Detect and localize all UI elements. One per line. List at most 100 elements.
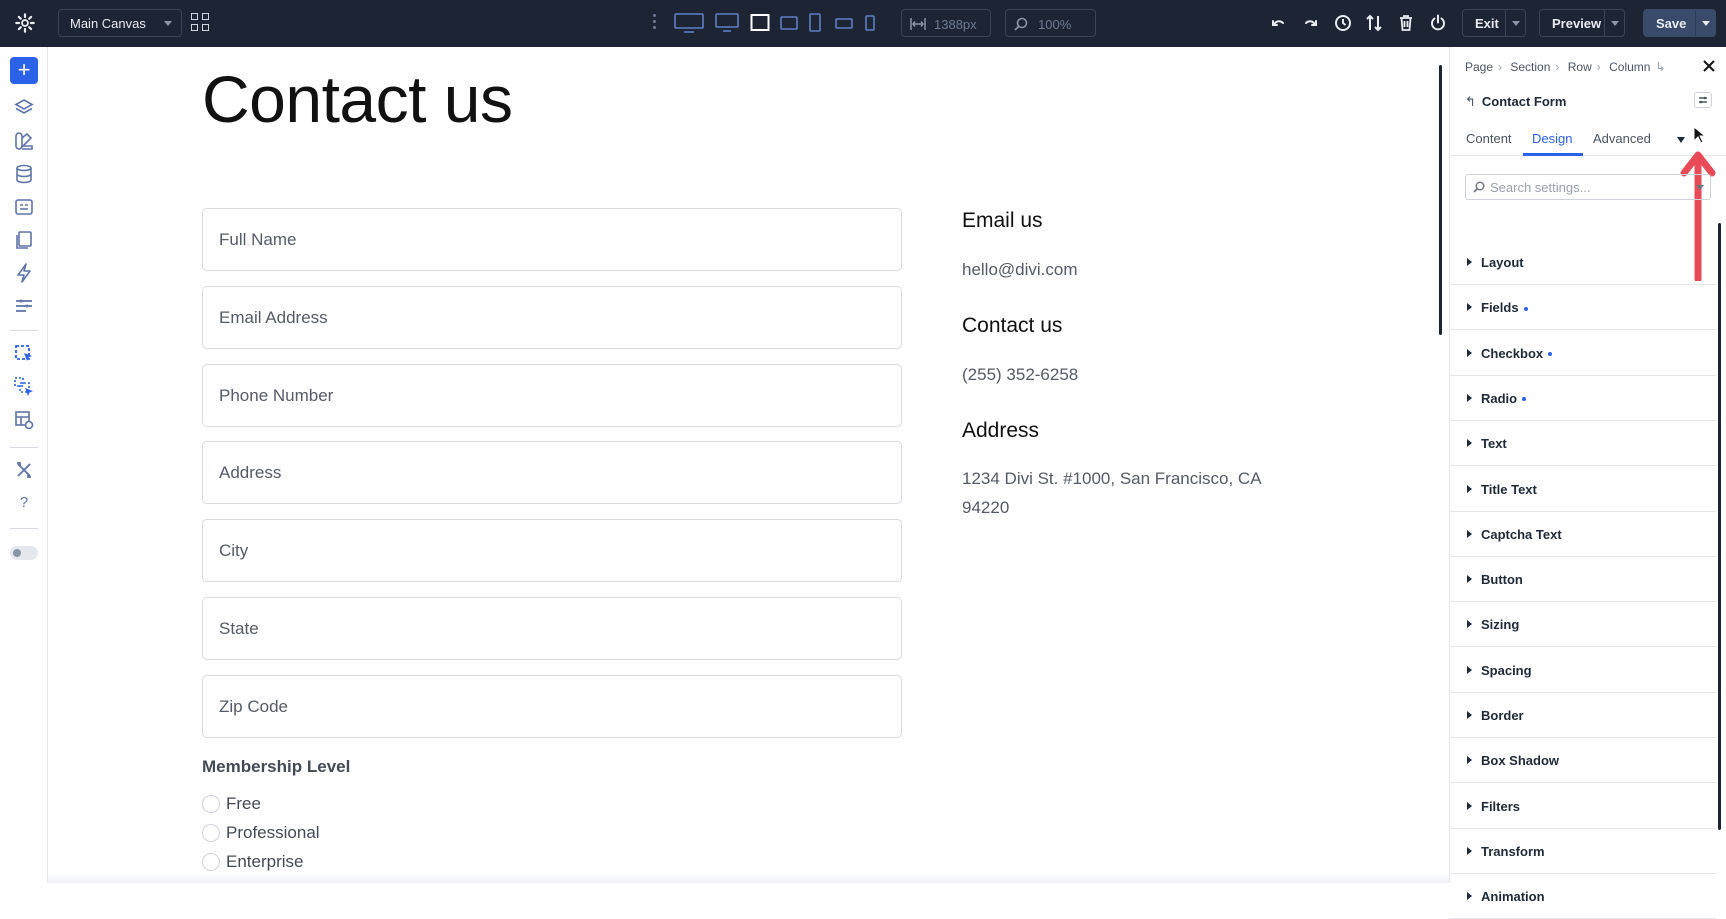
- breadcrumb-return-icon[interactable]: ↳: [1655, 60, 1665, 74]
- redo-icon[interactable]: [1300, 13, 1320, 33]
- settings-group-captcha-text[interactable]: Captcha Text: [1450, 512, 1716, 557]
- caret-right-icon: [1467, 484, 1472, 493]
- search-settings-input[interactable]: Search settings...: [1465, 174, 1711, 200]
- back-arrow-icon[interactable]: ↰: [1465, 94, 1476, 109]
- settings-group-animation[interactable]: Animation: [1450, 874, 1716, 919]
- preview-dropdown-icon[interactable]: [1604, 10, 1624, 36]
- add-module-button[interactable]: +: [10, 57, 38, 84]
- radio-button[interactable]: [202, 853, 220, 871]
- state-input[interactable]: State: [202, 597, 902, 660]
- caret-right-icon: [1467, 303, 1472, 312]
- undo-icon[interactable]: [1269, 13, 1289, 33]
- trash-icon[interactable]: [1396, 13, 1416, 33]
- tools-icon[interactable]: [13, 459, 35, 481]
- email-heading: Email us: [962, 209, 1043, 232]
- desktop-icon[interactable]: [715, 13, 739, 33]
- database-icon[interactable]: [13, 163, 35, 185]
- breadcrumb-separator-icon: ›: [1555, 60, 1560, 74]
- layers-icon[interactable]: [13, 97, 35, 119]
- save-button[interactable]: Save: [1643, 9, 1716, 37]
- settings-gear-icon[interactable]: [14, 12, 36, 34]
- breadcrumb-column[interactable]: Column: [1609, 60, 1650, 74]
- settings-group-label-text: Box Shadow: [1481, 753, 1560, 769]
- exit-button[interactable]: Exit: [1462, 9, 1526, 37]
- settings-group-label: Fields: [1481, 300, 1528, 315]
- zoom-field[interactable]: 100%: [1005, 9, 1096, 37]
- settings-group-text[interactable]: Text: [1450, 421, 1716, 467]
- power-icon[interactable]: [1428, 13, 1448, 33]
- full-name-input[interactable]: Full Name: [202, 208, 902, 271]
- settings-group-filters[interactable]: Filters: [1450, 784, 1716, 829]
- settings-group-transform[interactable]: Transform: [1450, 829, 1716, 874]
- breadcrumb-section[interactable]: Section: [1510, 60, 1550, 74]
- breadcrumb-page[interactable]: Page: [1465, 60, 1493, 74]
- tab-design[interactable]: Design: [1532, 131, 1572, 146]
- settings-group-label: Box Shadow: [1481, 753, 1559, 768]
- multi-select-icon[interactable]: [13, 376, 35, 398]
- canvas-scrollbar[interactable]: [1439, 65, 1442, 335]
- caret-right-icon: [1467, 529, 1472, 538]
- radio-button[interactable]: [202, 824, 220, 842]
- canvas-select[interactable]: Main Canvas: [58, 9, 182, 37]
- phone-landscape-icon[interactable]: [835, 13, 853, 33]
- canvas-select-label: Main Canvas: [70, 16, 146, 31]
- desktop-wide-icon[interactable]: [674, 13, 704, 33]
- save-dropdown-icon[interactable]: [1695, 10, 1715, 36]
- lightning-icon[interactable]: [13, 262, 35, 284]
- radio-label: Professional: [226, 823, 320, 842]
- settings-group-box-shadow[interactable]: Box Shadow: [1450, 738, 1716, 784]
- settings-group-title-text[interactable]: Title Text: [1450, 467, 1716, 512]
- sidebar-divider: [10, 330, 38, 331]
- settings-group-radio[interactable]: Radio: [1450, 376, 1716, 421]
- exit-dropdown-icon[interactable]: [1505, 10, 1525, 36]
- pages-icon[interactable]: [13, 229, 35, 251]
- tablet-landscape-icon[interactable]: [780, 13, 798, 33]
- layout-settings-icon[interactable]: [13, 409, 35, 431]
- settings-group-spacing[interactable]: Spacing: [1450, 648, 1716, 693]
- portability-icon[interactable]: [1364, 13, 1384, 33]
- caret-right-icon: [1467, 439, 1472, 448]
- settings-group-checkbox[interactable]: Checkbox: [1450, 331, 1716, 376]
- settings-group-button[interactable]: Button: [1450, 557, 1716, 603]
- settings-group-border[interactable]: Border: [1450, 693, 1716, 738]
- help-icon[interactable]: ?: [13, 492, 35, 514]
- settings-group-label-text: Title Text: [1481, 481, 1537, 497]
- tablet-portrait-icon[interactable]: [808, 13, 822, 33]
- presets-icon[interactable]: [13, 196, 35, 218]
- tab-content[interactable]: Content: [1466, 131, 1512, 146]
- canvas-width-field[interactable]: 1388px: [901, 9, 991, 37]
- settings-group-layout[interactable]: Layout: [1450, 240, 1716, 285]
- tab-advanced[interactable]: Advanced: [1593, 131, 1651, 146]
- email-address-input[interactable]: Email Address: [202, 286, 902, 349]
- modified-indicator-icon: [1522, 397, 1527, 402]
- zip-code-input[interactable]: Zip Code: [202, 675, 902, 738]
- breadcrumb-row[interactable]: Row: [1568, 60, 1592, 74]
- exit-button-label: Exit: [1475, 16, 1499, 31]
- modified-indicator-icon: [1548, 352, 1553, 357]
- sliders-icon[interactable]: [13, 295, 35, 317]
- laptop-icon[interactable]: [750, 13, 770, 33]
- phone-number-input[interactable]: Phone Number: [202, 364, 902, 427]
- caret-right-icon: [1467, 348, 1472, 357]
- close-icon[interactable]: [1702, 59, 1716, 73]
- design-variables-icon[interactable]: [13, 130, 35, 152]
- tabs-dropdown-icon[interactable]: [1677, 137, 1685, 143]
- address-input[interactable]: Address: [202, 441, 902, 504]
- grid-view-icon[interactable]: [191, 13, 211, 33]
- settings-group-sizing[interactable]: Sizing: [1450, 602, 1716, 648]
- settings-group-label: Sizing: [1481, 617, 1519, 632]
- preview-button[interactable]: Preview: [1539, 9, 1625, 37]
- panel-scrollbar[interactable]: [1718, 223, 1721, 830]
- city-input[interactable]: City: [202, 519, 902, 582]
- search-filter-dropdown-icon[interactable]: [1696, 185, 1704, 190]
- phone-portrait-icon[interactable]: [864, 13, 876, 33]
- radio-button[interactable]: [202, 795, 220, 813]
- radio-label: Free: [226, 794, 261, 813]
- history-clock-icon[interactable]: [1333, 13, 1353, 33]
- click-select-icon[interactable]: [13, 343, 35, 365]
- settings-group-label-text: Border: [1481, 708, 1524, 723]
- element-options-icon[interactable]: [1694, 92, 1712, 108]
- more-vertical-icon[interactable]: [652, 14, 658, 32]
- mode-toggle[interactable]: [10, 546, 38, 560]
- settings-group-fields[interactable]: Fields: [1450, 285, 1716, 331]
